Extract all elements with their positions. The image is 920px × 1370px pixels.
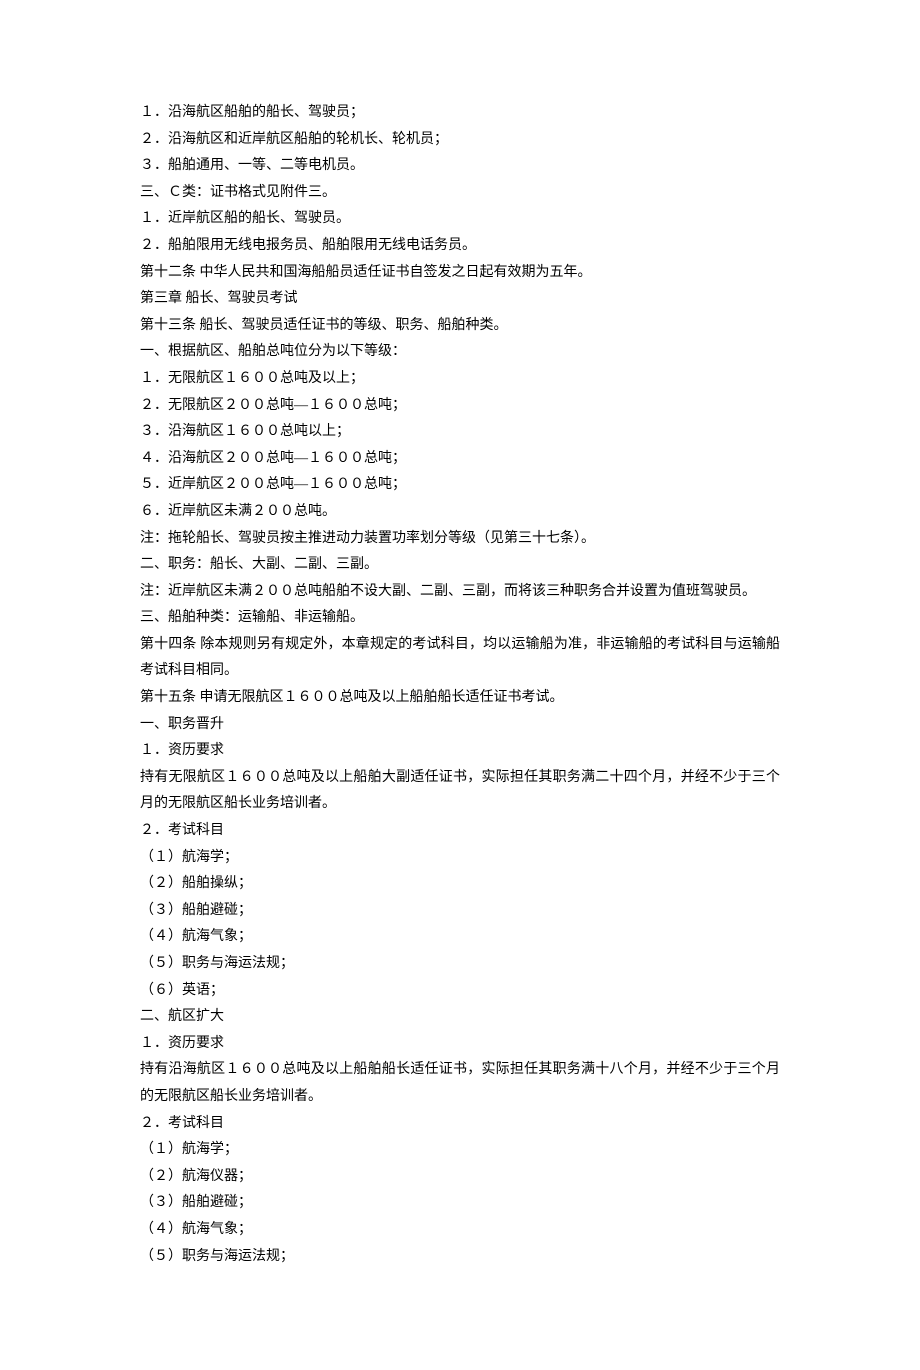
text-line: 第三章 船长、驾驶员考试	[140, 286, 780, 313]
text-line: ２．考试科目	[140, 1111, 780, 1138]
text-line: （５）职务与海运法规；	[140, 1244, 780, 1271]
text-line: 第十三条 船长、驾驶员适任证书的等级、职务、船舶种类。	[140, 313, 780, 340]
text-line: ３．船舶通用、一等、二等电机员。	[140, 153, 780, 180]
text-line: （３）船舶避碰；	[140, 1190, 780, 1217]
text-line: １．沿海航区船舶的船长、驾驶员；	[140, 100, 780, 127]
text-line: ４．沿海航区２００总吨—１６００总吨；	[140, 446, 780, 473]
text-line: 三、船舶种类：运输船、非运输船。	[140, 605, 780, 632]
text-line: 三、Ｃ类：证书格式见附件三。	[140, 180, 780, 207]
text-line: １．资历要求	[140, 738, 780, 765]
text-line: （３）船舶避碰；	[140, 898, 780, 925]
text-line: （２）船舶操纵；	[140, 871, 780, 898]
text-line: 注：拖轮船长、驾驶员按主推进动力装置功率划分等级（见第三十七条）。	[140, 526, 780, 553]
text-line: ３．沿海航区１６００总吨以上；	[140, 419, 780, 446]
text-line: 持有沿海航区１６００总吨及以上船舶船长适任证书，实际担任其职务满十八个月，并经不…	[140, 1057, 780, 1110]
text-line: ２．船舶限用无线电报务员、船舶限用无线电话务员。	[140, 233, 780, 260]
text-line: 第十二条 中华人民共和国海船船员适任证书自签发之日起有效期为五年。	[140, 260, 780, 287]
text-line: 持有无限航区１６００总吨及以上船舶大副适任证书，实际担任其职务满二十四个月，并经…	[140, 765, 780, 818]
text-line: 第十四条 除本规则另有规定外，本章规定的考试科目，均以运输船为准，非运输船的考试…	[140, 632, 780, 685]
text-line: １．无限航区１６００总吨及以上；	[140, 366, 780, 393]
text-line: １．近岸航区船的船长、驾驶员。	[140, 206, 780, 233]
text-line: （１）航海学；	[140, 845, 780, 872]
text-line: ５．近岸航区２００总吨—１６００总吨；	[140, 472, 780, 499]
text-line: （２）航海仪器；	[140, 1164, 780, 1191]
text-line: （５）职务与海运法规；	[140, 951, 780, 978]
text-line: ２．无限航区２００总吨—１６００总吨；	[140, 393, 780, 420]
text-line: ２．沿海航区和近岸航区船舶的轮机长、轮机员；	[140, 127, 780, 154]
text-line: 二、航区扩大	[140, 1004, 780, 1031]
text-line: ６．近岸航区未满２００总吨。	[140, 499, 780, 526]
text-line: （４）航海气象；	[140, 1217, 780, 1244]
text-line: 二、职务：船长、大副、二副、三副。	[140, 552, 780, 579]
text-line: ２．考试科目	[140, 818, 780, 845]
document-body: １．沿海航区船舶的船长、驾驶员；２．沿海航区和近岸航区船舶的轮机长、轮机员；３．…	[140, 100, 780, 1270]
text-line: 第十五条 申请无限航区１６００总吨及以上船舶船长适任证书考试。	[140, 685, 780, 712]
text-line: （６）英语；	[140, 978, 780, 1005]
text-line: 注：近岸航区未满２００总吨船舶不设大副、二副、三副，而将该三种职务合并设置为值班…	[140, 579, 780, 606]
text-line: 一、职务晋升	[140, 712, 780, 739]
text-line: 一、根据航区、船舶总吨位分为以下等级：	[140, 339, 780, 366]
text-line: （１）航海学；	[140, 1137, 780, 1164]
text-line: １．资历要求	[140, 1031, 780, 1058]
text-line: （４）航海气象；	[140, 924, 780, 951]
